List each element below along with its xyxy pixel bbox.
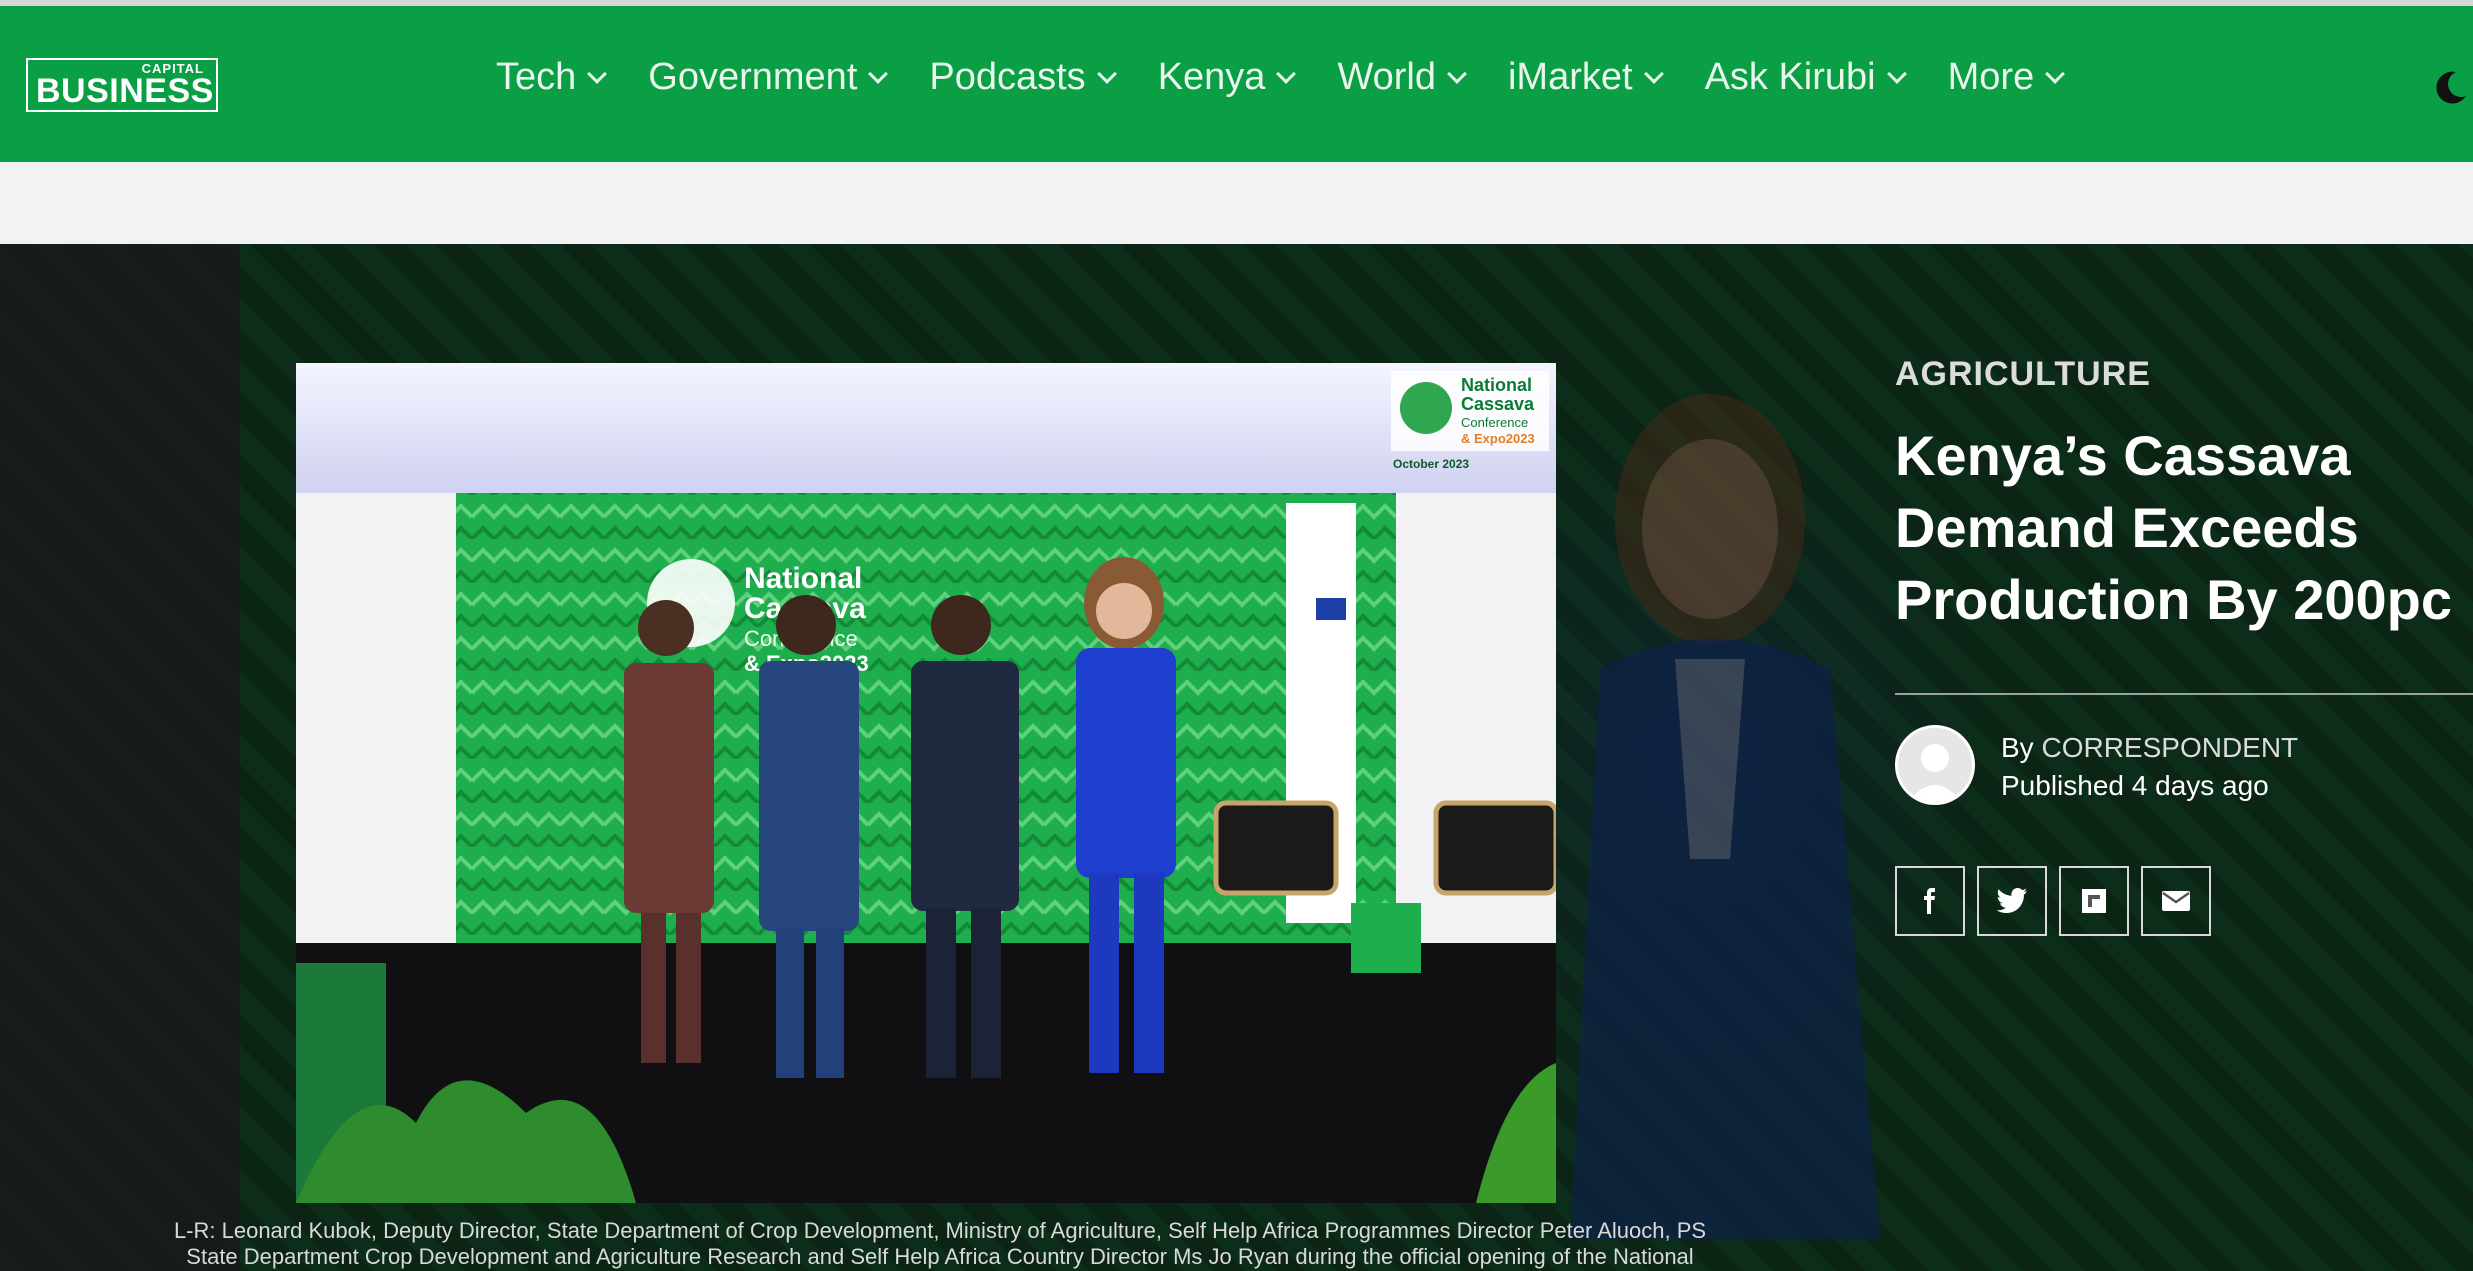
moon-icon[interactable]	[2430, 68, 2470, 108]
share-buttons	[1895, 866, 2223, 936]
caption-line-2: State Department Crop Development and Ag…	[186, 1244, 1694, 1269]
svg-text:October 2023: October 2023	[1393, 457, 1469, 471]
author-name[interactable]: CORRESPONDENT	[2041, 732, 2298, 763]
article-category[interactable]: AGRICULTURE	[1895, 355, 2455, 394]
nav-item-podcasts[interactable]: Podcasts	[929, 56, 1117, 99]
caption-line-1: L-R: Leonard Kubok, Deputy Director, Sta…	[173, 1218, 1707, 1243]
site-logo[interactable]: CAPITAL BUSINESS	[26, 58, 218, 112]
user-icon	[1908, 744, 1962, 802]
nav-item-ask-kirubi[interactable]: Ask Kirubi	[1705, 56, 1907, 99]
chevron-down-icon	[868, 63, 889, 84]
nav-item-kenya[interactable]: Kenya	[1158, 56, 1297, 99]
share-flipboard-button[interactable]	[2059, 866, 2129, 936]
main-nav: Tech Government Podcasts Kenya World iMa…	[496, 56, 2106, 99]
by-prefix: By	[2001, 732, 2034, 763]
twitter-icon	[1996, 888, 2027, 913]
article-featured-photo[interactable]: National Cassava Conference & Expo2023 N…	[296, 363, 1556, 1203]
chevron-down-icon	[1886, 63, 1907, 84]
published-prefix: Published	[2001, 770, 2124, 801]
svg-text:National: National	[744, 562, 862, 595]
nav-item-government[interactable]: Government	[648, 56, 889, 99]
author-info: By CORRESPONDENT Published 4 days ago	[1895, 725, 2298, 805]
share-facebook-button[interactable]	[1895, 866, 1965, 936]
nav-item-world[interactable]: World	[1337, 56, 1467, 99]
author-avatar[interactable]	[1895, 725, 1975, 805]
nav-item-more[interactable]: More	[1948, 56, 2066, 99]
share-email-button[interactable]	[2141, 866, 2211, 936]
svg-text:Conference: Conference	[1461, 415, 1528, 430]
share-twitter-button[interactable]	[1977, 866, 2047, 936]
svg-text:National: National	[1461, 375, 1532, 395]
article-header-panel: AGRICULTURE Kenya’s Cassava Demand Excee…	[1895, 355, 2455, 636]
chevron-down-icon	[1447, 63, 1467, 84]
chevron-down-icon	[2045, 63, 2066, 84]
subheader-bar	[0, 162, 2473, 244]
nav-item-tech[interactable]: Tech	[496, 56, 608, 99]
published-time: 4 days ago	[2131, 770, 2269, 801]
chevron-down-icon	[1643, 63, 1664, 84]
byline: By CORRESPONDENT Published 4 days ago	[2001, 729, 2298, 805]
chevron-down-icon	[587, 63, 608, 84]
article-headline: Kenya’s Cassava Demand Exceeds Productio…	[1895, 424, 2453, 631]
photo-caption: L-R: Leonard Kubok, Deputy Director, Sta…	[110, 1218, 1770, 1270]
headline-divider	[1895, 693, 2473, 695]
logo-main-text: BUSINESS	[36, 72, 214, 110]
flipboard-icon	[2082, 889, 2106, 913]
chevron-down-icon	[1276, 63, 1297, 84]
chevron-down-icon	[1096, 63, 1117, 84]
facebook-icon	[1924, 888, 1935, 914]
top-navbar: CAPITAL BUSINESS Tech Government Podcast…	[0, 0, 2473, 162]
svg-text:& Expo2023: & Expo2023	[1461, 431, 1535, 446]
email-icon	[2162, 891, 2190, 911]
nav-item-imarket[interactable]: iMarket	[1508, 56, 1664, 99]
svg-text:Cassava: Cassava	[1461, 394, 1535, 414]
